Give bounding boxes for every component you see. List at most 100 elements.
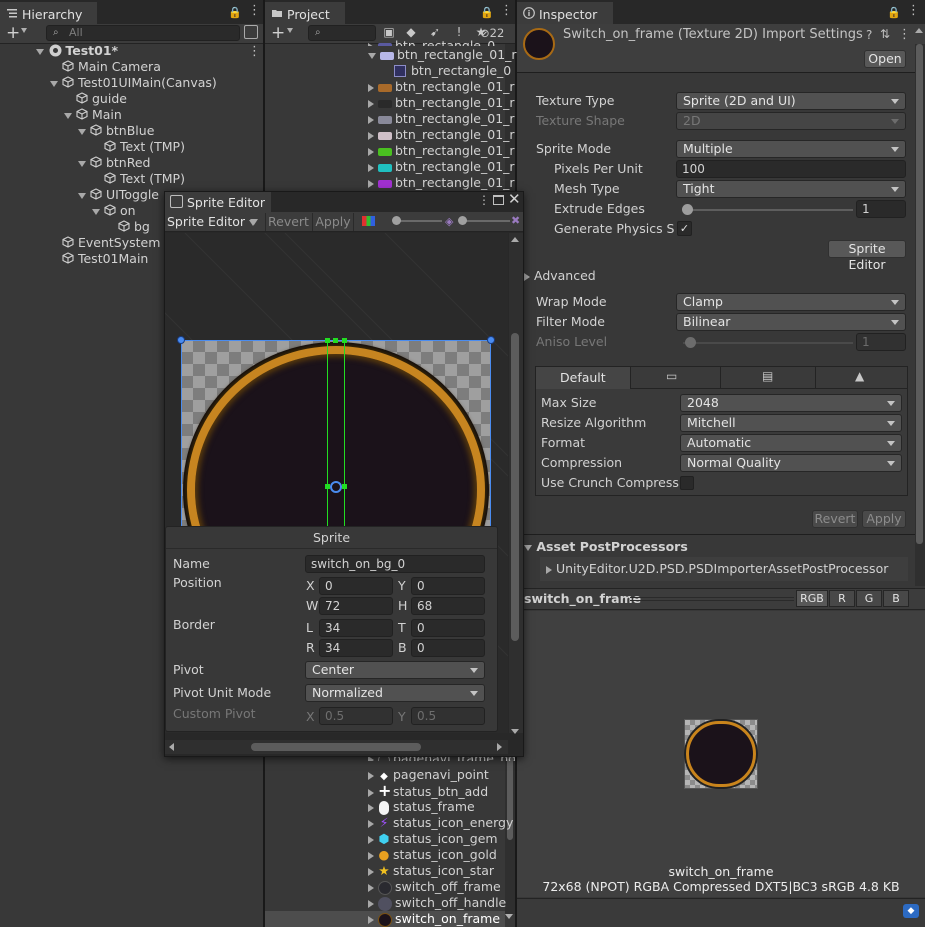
expand-arrow-icon[interactable] bbox=[78, 192, 86, 199]
mip-level-slider[interactable] bbox=[462, 220, 510, 222]
more-menu-icon[interactable]: ⋮ bbox=[500, 3, 513, 18]
list-item[interactable]: btn_rectangle_01_r bbox=[368, 159, 515, 175]
border-handle[interactable] bbox=[325, 338, 330, 343]
advanced-foldout[interactable]: Advanced bbox=[524, 268, 596, 284]
postprocessors-foldout[interactable]: Asset PostProcessors bbox=[524, 539, 688, 555]
expand-arrow-icon[interactable] bbox=[78, 128, 86, 135]
expand-arrow-icon[interactable] bbox=[368, 131, 374, 140]
hierarchy-search-input[interactable]: ⌕ All bbox=[46, 25, 240, 41]
mode-options-dropdown[interactable] bbox=[250, 214, 258, 228]
expand-arrow-icon[interactable] bbox=[92, 208, 100, 215]
list-item-selected[interactable]: switch_on_frame bbox=[368, 911, 500, 927]
expand-arrow-icon[interactable] bbox=[368, 915, 374, 924]
scroll-down-icon[interactable] bbox=[505, 914, 513, 919]
expand-arrow-icon[interactable] bbox=[368, 899, 374, 908]
asset-label-icon[interactable]: ◆ bbox=[903, 904, 919, 918]
border-handle[interactable] bbox=[342, 484, 347, 489]
tree-item[interactable]: UIToggle bbox=[78, 187, 159, 203]
list-item[interactable]: switch_off_frame bbox=[368, 879, 501, 895]
scene-visibility-icon[interactable] bbox=[244, 25, 258, 39]
color-channel-icon[interactable] bbox=[362, 216, 375, 226]
border-handle[interactable] bbox=[342, 338, 347, 343]
chevron-down-icon[interactable] bbox=[21, 28, 27, 33]
list-item[interactable]: btn_rectangle_01_r bbox=[368, 79, 515, 95]
list-item[interactable]: + status_btn_add bbox=[368, 783, 488, 799]
maximize-icon[interactable] bbox=[493, 195, 504, 205]
expand-arrow-icon[interactable] bbox=[368, 835, 374, 844]
pos-h-field[interactable]: 68 bbox=[411, 597, 485, 615]
resize-dropdown[interactable]: Mitchell bbox=[680, 414, 902, 432]
list-item[interactable]: status_frame bbox=[368, 799, 475, 815]
pivot-dropdown[interactable]: Center bbox=[305, 661, 485, 679]
list-item[interactable]: switch_off_handle bbox=[368, 895, 506, 911]
border-handle[interactable] bbox=[333, 338, 338, 343]
tree-item[interactable]: btnBlue bbox=[78, 123, 154, 139]
more-menu-icon[interactable]: ⋮ bbox=[907, 3, 920, 18]
scroll-left-icon[interactable] bbox=[169, 743, 174, 751]
platform-tab-standalone-icon[interactable]: ▭ bbox=[666, 369, 677, 383]
border-b-field[interactable]: 0 bbox=[411, 639, 485, 657]
expand-arrow-icon[interactable] bbox=[368, 803, 374, 812]
expand-arrow-icon[interactable] bbox=[50, 80, 58, 87]
help-icon[interactable]: ? bbox=[866, 28, 872, 42]
expand-arrow-icon[interactable] bbox=[78, 160, 86, 167]
expand-arrow-icon[interactable] bbox=[368, 819, 374, 828]
channel-r-button[interactable]: R bbox=[829, 590, 855, 607]
tree-item[interactable]: btnRed bbox=[78, 155, 150, 171]
tab-project[interactable]: Project bbox=[265, 2, 345, 24]
compression-dropdown[interactable]: Normal Quality bbox=[680, 454, 902, 472]
open-button[interactable]: Open bbox=[864, 50, 906, 68]
max-size-dropdown[interactable]: 2048 bbox=[680, 394, 902, 412]
list-item[interactable]: ⚡ status_icon_energy bbox=[368, 815, 513, 831]
list-item[interactable]: btn_rectangle_01_r bbox=[368, 95, 515, 111]
texture-type-dropdown[interactable]: Sprite (2D and UI) bbox=[676, 92, 906, 110]
scene-menu-icon[interactable]: ⋮ bbox=[248, 44, 261, 59]
tree-item[interactable]: Test01UIMain(Canvas) bbox=[50, 75, 217, 91]
more-menu-icon[interactable]: ⋮ bbox=[248, 3, 261, 18]
project-search-input[interactable]: ⌕ bbox=[308, 25, 376, 41]
scroll-down-icon[interactable] bbox=[511, 729, 519, 734]
tree-item-scene[interactable]: Test01* bbox=[36, 43, 118, 59]
preset-icon[interactable]: ⇅ bbox=[880, 27, 890, 41]
tree-item[interactable]: guide bbox=[76, 91, 127, 107]
tab-hierarchy[interactable]: Hierarchy bbox=[0, 2, 97, 24]
inspector-scrollbar-thumb[interactable] bbox=[916, 44, 923, 544]
list-item[interactable]: ★ status_icon_star bbox=[368, 863, 494, 879]
scroll-up-icon[interactable] bbox=[915, 28, 923, 33]
zoom-slider[interactable] bbox=[396, 220, 442, 222]
expand-arrow-icon[interactable] bbox=[368, 115, 374, 124]
list-item[interactable]: btn_rectangle_0 bbox=[394, 63, 511, 79]
list-item[interactable]: btn_rectangle_01_r bbox=[368, 111, 515, 127]
postprocessor-item[interactable]: UnityEditor.U2D.PSD.PSDImporterAssetPost… bbox=[546, 561, 888, 577]
tab-inspector[interactable]: Inspector bbox=[517, 2, 613, 24]
wrap-mode-dropdown[interactable]: Clamp bbox=[676, 293, 906, 311]
list-item[interactable]: btn_rectangle_01_r bbox=[368, 127, 515, 143]
more-menu-icon[interactable]: ⋮ bbox=[478, 193, 490, 207]
expand-arrow-icon[interactable] bbox=[368, 771, 374, 780]
platform-tab-webgl-icon[interactable]: ▤ bbox=[762, 369, 773, 383]
channel-b-button[interactable]: B bbox=[883, 590, 909, 607]
pos-y-field[interactable]: 0 bbox=[411, 577, 485, 595]
pivot-handle[interactable] bbox=[330, 481, 342, 493]
format-dropdown[interactable]: Automatic bbox=[680, 434, 902, 452]
add-icon[interactable]: + bbox=[6, 24, 20, 42]
sprite-mode-dropdown[interactable]: Multiple bbox=[676, 140, 906, 158]
extrude-field[interactable]: 1 bbox=[856, 200, 906, 218]
chevron-down-icon[interactable] bbox=[287, 28, 293, 33]
crunch-checkbox[interactable] bbox=[680, 476, 694, 490]
scroll-up-icon[interactable] bbox=[511, 237, 519, 242]
expand-arrow-icon[interactable] bbox=[368, 883, 374, 892]
expand-arrow-icon[interactable] bbox=[368, 83, 374, 92]
mesh-type-dropdown[interactable]: Tight bbox=[676, 180, 906, 198]
tree-item[interactable]: on bbox=[92, 203, 136, 219]
zoom-slider-handle[interactable] bbox=[392, 216, 401, 225]
lock-icon[interactable]: 🔒 bbox=[887, 6, 901, 19]
preview-drag-handle[interactable] bbox=[630, 597, 794, 601]
expand-arrow-icon[interactable] bbox=[368, 147, 374, 156]
pivot-unit-dropdown[interactable]: Normalized bbox=[305, 684, 485, 702]
mip-level-slider-handle[interactable] bbox=[458, 216, 467, 225]
expand-arrow-icon[interactable] bbox=[368, 99, 374, 108]
sprite-name-field[interactable]: switch_on_bg_0 bbox=[305, 555, 485, 573]
pos-x-field[interactable]: 0 bbox=[319, 577, 393, 595]
tree-item[interactable]: Test01Main bbox=[62, 251, 148, 267]
